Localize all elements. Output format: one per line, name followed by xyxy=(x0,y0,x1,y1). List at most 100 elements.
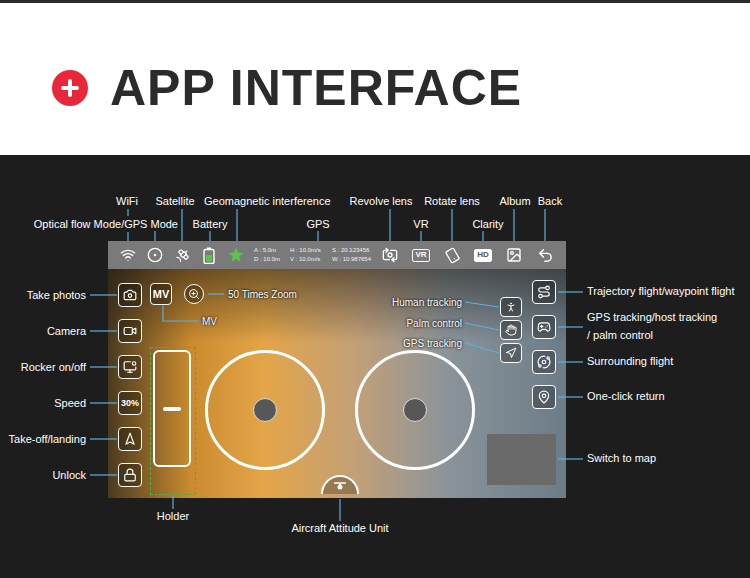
leader-line xyxy=(389,209,390,241)
status-group xyxy=(119,246,245,264)
callout-label: Speed xyxy=(54,396,86,410)
surrounding-flight-icon xyxy=(537,355,551,369)
zoom-icon xyxy=(188,288,200,300)
gps-tracking-mode-button[interactable] xyxy=(500,343,522,363)
joystick-knob[interactable] xyxy=(403,398,427,422)
telemetry-value: H : 10.0m/s xyxy=(290,247,332,254)
inside-label: GPS tracking xyxy=(403,337,462,350)
right-joystick[interactable] xyxy=(355,350,475,470)
rotate-lens-icon[interactable] xyxy=(443,246,461,264)
zoom-button[interactable] xyxy=(184,284,204,304)
callout-line: Surrounding flight xyxy=(587,353,673,371)
optical-flow-icon[interactable] xyxy=(146,246,164,264)
inside-label: 50 Times Zoom xyxy=(228,288,297,301)
header: APP INTERFACE xyxy=(0,0,750,155)
leader-line xyxy=(163,306,199,321)
geomagnetic-star-icon xyxy=(228,247,244,263)
holder xyxy=(150,347,196,495)
album-icon[interactable] xyxy=(505,246,523,264)
callout-label: Optical flow Mode/GPS Mode xyxy=(34,217,178,231)
leader-line xyxy=(465,302,499,307)
rocker-toggle-icon xyxy=(123,360,137,374)
takeoff-landing-button[interactable] xyxy=(118,427,142,451)
callout-label: Surrounding flight xyxy=(587,353,673,371)
joystick-area xyxy=(205,350,475,495)
surrounding-flight-button[interactable] xyxy=(532,350,556,374)
inside-label: Palm control xyxy=(406,317,462,330)
callout-label: Battery xyxy=(193,217,228,231)
callout-label: Rocker on/off xyxy=(21,360,86,374)
leader-line xyxy=(90,366,117,367)
back-icon[interactable] xyxy=(536,246,554,264)
leader-line xyxy=(558,396,583,397)
leader-line xyxy=(208,293,224,294)
vr-badge[interactable]: VR xyxy=(412,249,430,262)
takeoff-landing-icon xyxy=(123,432,137,446)
callout-label: WiFi xyxy=(116,194,138,208)
gps-tracking-button[interactable] xyxy=(532,315,556,339)
callout-label: Revolve lens xyxy=(350,194,413,208)
human-tracking-button[interactable] xyxy=(500,297,522,317)
speed-button[interactable]: 30% xyxy=(118,391,142,415)
holder-handle[interactable] xyxy=(163,407,181,411)
leader-line xyxy=(154,231,155,241)
leader-line xyxy=(317,231,318,241)
callout-label: GPS tracking/host tracking/ palm control xyxy=(587,309,717,344)
inside-label: MV xyxy=(202,315,217,328)
revolve-lens-icon[interactable] xyxy=(381,246,399,264)
left-controls: 30% xyxy=(118,283,142,495)
trajectory-flight-button[interactable] xyxy=(532,280,556,304)
leader-line xyxy=(236,209,237,241)
clarity-button[interactable]: HD xyxy=(474,246,492,264)
battery-icon-svg xyxy=(203,247,215,264)
callout-label: Aircraft Attitude Unit xyxy=(291,521,388,535)
callout-label: Back xyxy=(538,194,562,208)
telemetry-value: S : 20.123456 xyxy=(332,247,374,254)
one-click-return-button[interactable] xyxy=(532,385,556,409)
left-joystick[interactable] xyxy=(205,350,325,470)
gps-tracking-mode-icon xyxy=(505,347,517,359)
app-screen: A : 5.0mH : 10.0m/sS : 20.123456D : 10.0… xyxy=(108,241,566,498)
leader-line xyxy=(90,402,117,403)
callout-label: Trajectory flight/waypoint flight xyxy=(587,283,735,301)
callout-label: Geomagnetic interference xyxy=(204,194,331,208)
joystick-row xyxy=(205,350,475,470)
plus-icon xyxy=(52,70,88,106)
joystick-knob[interactable] xyxy=(253,398,277,422)
callout-line: / palm control xyxy=(587,327,717,345)
telemetry-value: V : 10.0m/s xyxy=(290,256,332,263)
callout-line: GPS tracking/host tracking xyxy=(587,309,717,327)
leader-line xyxy=(544,209,545,241)
rocker-toggle-button[interactable] xyxy=(118,355,142,379)
leader-line xyxy=(558,361,583,362)
take-photo-button[interactable] xyxy=(118,283,142,307)
leader-line xyxy=(90,474,117,475)
callout-label: Satellite xyxy=(155,194,194,208)
palm-control-icon xyxy=(505,324,517,336)
palm-control-button[interactable] xyxy=(500,320,522,340)
camera-button[interactable] xyxy=(118,319,142,343)
callout-label: Take-off/landing xyxy=(9,432,86,446)
hd-badge[interactable]: HD xyxy=(474,249,492,262)
right-controls xyxy=(487,283,556,495)
leader-line xyxy=(339,499,340,521)
leader-line xyxy=(513,209,514,241)
gps-tracking-icon xyxy=(537,320,551,334)
leader-line xyxy=(90,294,117,295)
callout-label: Switch to map xyxy=(587,450,656,468)
vr-button[interactable]: VR xyxy=(412,246,430,264)
map-thumbnail[interactable] xyxy=(487,434,556,485)
callout-line: Switch to map xyxy=(587,450,656,468)
mv-button[interactable]: MV xyxy=(150,283,172,305)
unlock-button[interactable] xyxy=(118,463,142,487)
leader-line xyxy=(482,231,483,241)
leader-line xyxy=(209,231,210,241)
leader-line xyxy=(127,232,128,241)
callout-line: One-click return xyxy=(587,388,665,406)
inside-label: Human tracking xyxy=(392,296,462,309)
leader-line xyxy=(465,343,499,353)
holder-slider[interactable] xyxy=(153,350,191,467)
tracking-modes xyxy=(500,297,522,363)
callout-label: One-click return xyxy=(587,388,665,406)
leader-line xyxy=(90,330,117,331)
